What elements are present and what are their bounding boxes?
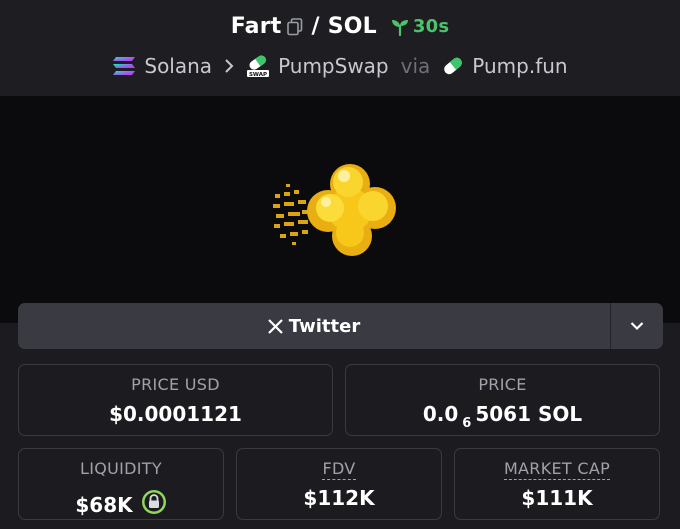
- fdv-amount: $112K: [303, 486, 375, 510]
- chevron-right-icon: [224, 54, 234, 78]
- socials-bar: Twitter: [18, 303, 663, 349]
- dex-link[interactable]: PumpSwap: [278, 54, 389, 78]
- price-native-card: PRICE 0.0 6 5061 SOL: [345, 364, 660, 436]
- price-native-value: 0.0 6 5061 SOL: [346, 402, 659, 431]
- twitter-button[interactable]: Twitter: [18, 303, 610, 349]
- liquidity-value: $68K: [19, 486, 223, 517]
- price-usd-amount: $0.0001121: [109, 402, 242, 426]
- x-logo-icon: [268, 318, 283, 334]
- route-breadcrumb: Solana SWAP PumpSwap via Pump.fun: [0, 54, 680, 78]
- pair-age-badge: 30s: [391, 16, 449, 37]
- price-native-prefix: 0.0: [422, 402, 459, 426]
- copy-icon[interactable]: [287, 17, 303, 36]
- market-cap-label[interactable]: MARKET CAP: [455, 459, 659, 480]
- market-cap-amount: $111K: [521, 486, 593, 510]
- pumpfun-pill-icon: [442, 55, 464, 77]
- market-cap-card: MARKET CAP $111K: [454, 448, 660, 520]
- svg-text:SWAP: SWAP: [249, 72, 267, 77]
- fdv-label-text: FDV: [322, 459, 356, 480]
- price-usd-label: PRICE USD: [131, 375, 220, 394]
- seedling-icon: [391, 19, 408, 36]
- chevron-down-icon: [630, 322, 644, 331]
- liquidity-card: LIQUIDITY $68K: [18, 448, 224, 520]
- pair-title: Fart / SOL 30s: [0, 14, 680, 39]
- fdv-label[interactable]: FDV: [237, 459, 441, 480]
- pair-age: 30s: [412, 16, 450, 37]
- twitter-label: Twitter: [288, 315, 361, 337]
- pair-header: Fart / SOL 30s Solana SWAP PumpSwap via …: [0, 0, 680, 96]
- price-usd-value: $0.0001121: [19, 402, 332, 426]
- price-native-label: PRICE: [478, 375, 527, 394]
- quote-token-symbol: SOL: [327, 14, 377, 39]
- pair-separator: /: [311, 14, 320, 39]
- solana-icon: [112, 56, 136, 76]
- price-usd-card: PRICE USD $0.0001121: [18, 364, 333, 436]
- price-native-zero-count: 6: [462, 416, 472, 431]
- market-cap-label-text: MARKET CAP: [503, 459, 611, 480]
- via-text: via: [400, 54, 431, 78]
- launchpad-link[interactable]: Pump.fun: [472, 54, 567, 78]
- token-logo-image: [273, 164, 396, 256]
- fdv-value: $112K: [237, 486, 441, 510]
- price-native-suffix: 5061 SOL: [475, 402, 583, 426]
- fdv-card: FDV $112K: [236, 448, 442, 520]
- market-cap-value: $111K: [455, 486, 659, 510]
- base-token-symbol: Fart: [230, 14, 282, 39]
- liquidity-amount: $68K: [75, 493, 133, 517]
- liquidity-label: LIQUIDITY: [80, 459, 162, 478]
- lock-icon[interactable]: [141, 489, 167, 515]
- chain-link[interactable]: Solana: [144, 54, 212, 78]
- pumpswap-icon: SWAP: [246, 55, 270, 77]
- more-links-button[interactable]: [611, 303, 663, 349]
